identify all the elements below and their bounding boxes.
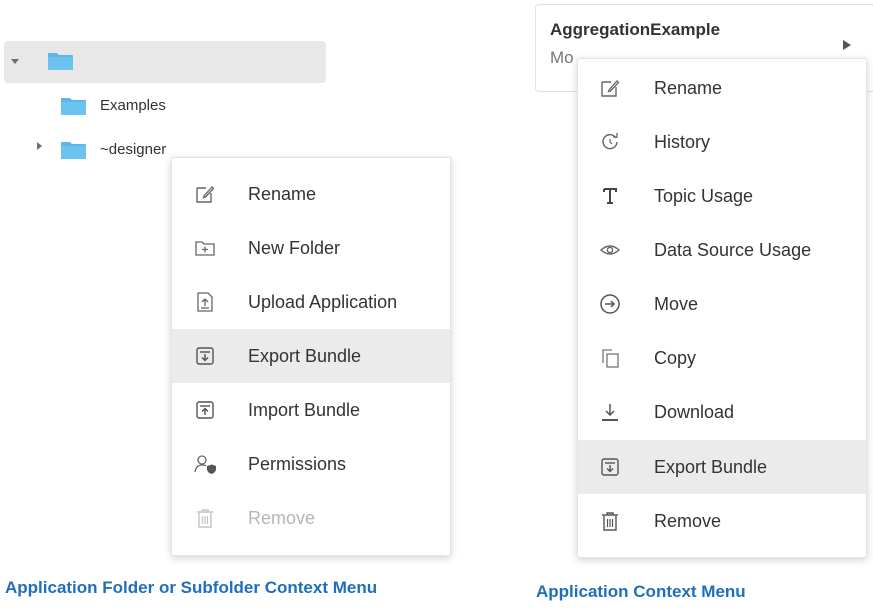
menu-item-topic-usage[interactable]: Topic Usage	[578, 169, 866, 223]
menu-item-upload-application[interactable]: Upload Application	[172, 275, 450, 329]
tree-item-label: Examples	[100, 97, 166, 114]
download-icon	[598, 400, 622, 424]
menu-item-remove[interactable]: Remove	[172, 491, 450, 545]
menu-item-new-folder[interactable]: New Folder	[172, 221, 450, 275]
menu-item-export-bundle[interactable]: Export Bundle	[172, 329, 450, 383]
menu-item-permissions[interactable]: Permissions	[172, 437, 450, 491]
tree-item-examples[interactable]: Examples	[60, 96, 200, 120]
menu-item-label: Rename	[654, 77, 723, 98]
history-icon	[598, 130, 622, 154]
menu-item-download[interactable]: Download	[578, 385, 866, 439]
app-menu-caption: Application Context Menu	[536, 582, 746, 601]
trash-icon	[193, 506, 217, 530]
menu-item-history[interactable]: History	[578, 115, 866, 169]
tree-item-label: ~designer	[100, 141, 167, 158]
menu-item-label: Copy	[654, 347, 697, 368]
folder-menu-caption: Application Folder or Subfolder Context …	[5, 578, 378, 597]
menu-item-label: Move	[654, 293, 699, 314]
application-context-menu: Rename History Topic Usage Data Source U…	[577, 58, 867, 558]
folder-icon	[48, 53, 73, 70]
menu-item-rename[interactable]: Rename	[172, 167, 450, 221]
menu-item-export-bundle[interactable]: Export Bundle	[578, 440, 866, 494]
menu-item-import-bundle[interactable]: Import Bundle	[172, 383, 450, 437]
export-bundle-icon	[598, 455, 622, 479]
menu-item-label: Upload Application	[248, 291, 398, 312]
menu-item-label: Data Source Usage	[654, 239, 812, 260]
export-bundle-icon	[193, 344, 217, 368]
folder-icon	[61, 98, 86, 115]
rename-icon	[598, 76, 622, 100]
new-folder-icon	[193, 236, 217, 260]
chevron-down-icon[interactable]	[11, 59, 19, 64]
menu-item-label: History	[654, 131, 711, 152]
permissions-icon	[193, 452, 217, 476]
move-icon	[598, 292, 622, 316]
upload-icon	[193, 290, 217, 314]
menu-item-copy[interactable]: Copy	[578, 331, 866, 385]
menu-item-label: Remove	[654, 510, 722, 531]
menu-item-data-source-usage[interactable]: Data Source Usage	[578, 223, 866, 277]
menu-item-label: Export Bundle	[654, 456, 768, 477]
rename-icon	[193, 182, 217, 206]
menu-item-label: Permissions	[248, 453, 347, 474]
menu-item-label: Import Bundle	[248, 399, 361, 420]
trash-icon	[598, 509, 622, 533]
menu-item-label: Export Bundle	[248, 345, 362, 366]
menu-item-label: New Folder	[248, 237, 341, 258]
menu-item-remove[interactable]: Remove	[578, 494, 866, 548]
menu-item-rename[interactable]: Rename	[578, 61, 866, 115]
chevron-right-icon[interactable]	[37, 142, 42, 150]
menu-item-move[interactable]: Move	[578, 277, 866, 331]
menu-item-label: Download	[654, 401, 735, 422]
menu-item-label: Rename	[248, 183, 317, 204]
topic-icon	[598, 184, 622, 208]
copy-icon	[598, 346, 622, 370]
application-subtitle: Mo	[550, 48, 574, 67]
eye-icon	[598, 238, 622, 262]
folder-context-menu: Rename New Folder Upload Application Exp…	[171, 157, 451, 556]
application-title: AggregationExample	[550, 20, 721, 39]
chevron-right-icon[interactable]	[843, 40, 851, 50]
folder-icon	[61, 142, 86, 159]
menu-item-label: Topic Usage	[654, 185, 754, 206]
menu-item-label: Remove	[248, 507, 316, 528]
import-bundle-icon	[193, 398, 217, 422]
